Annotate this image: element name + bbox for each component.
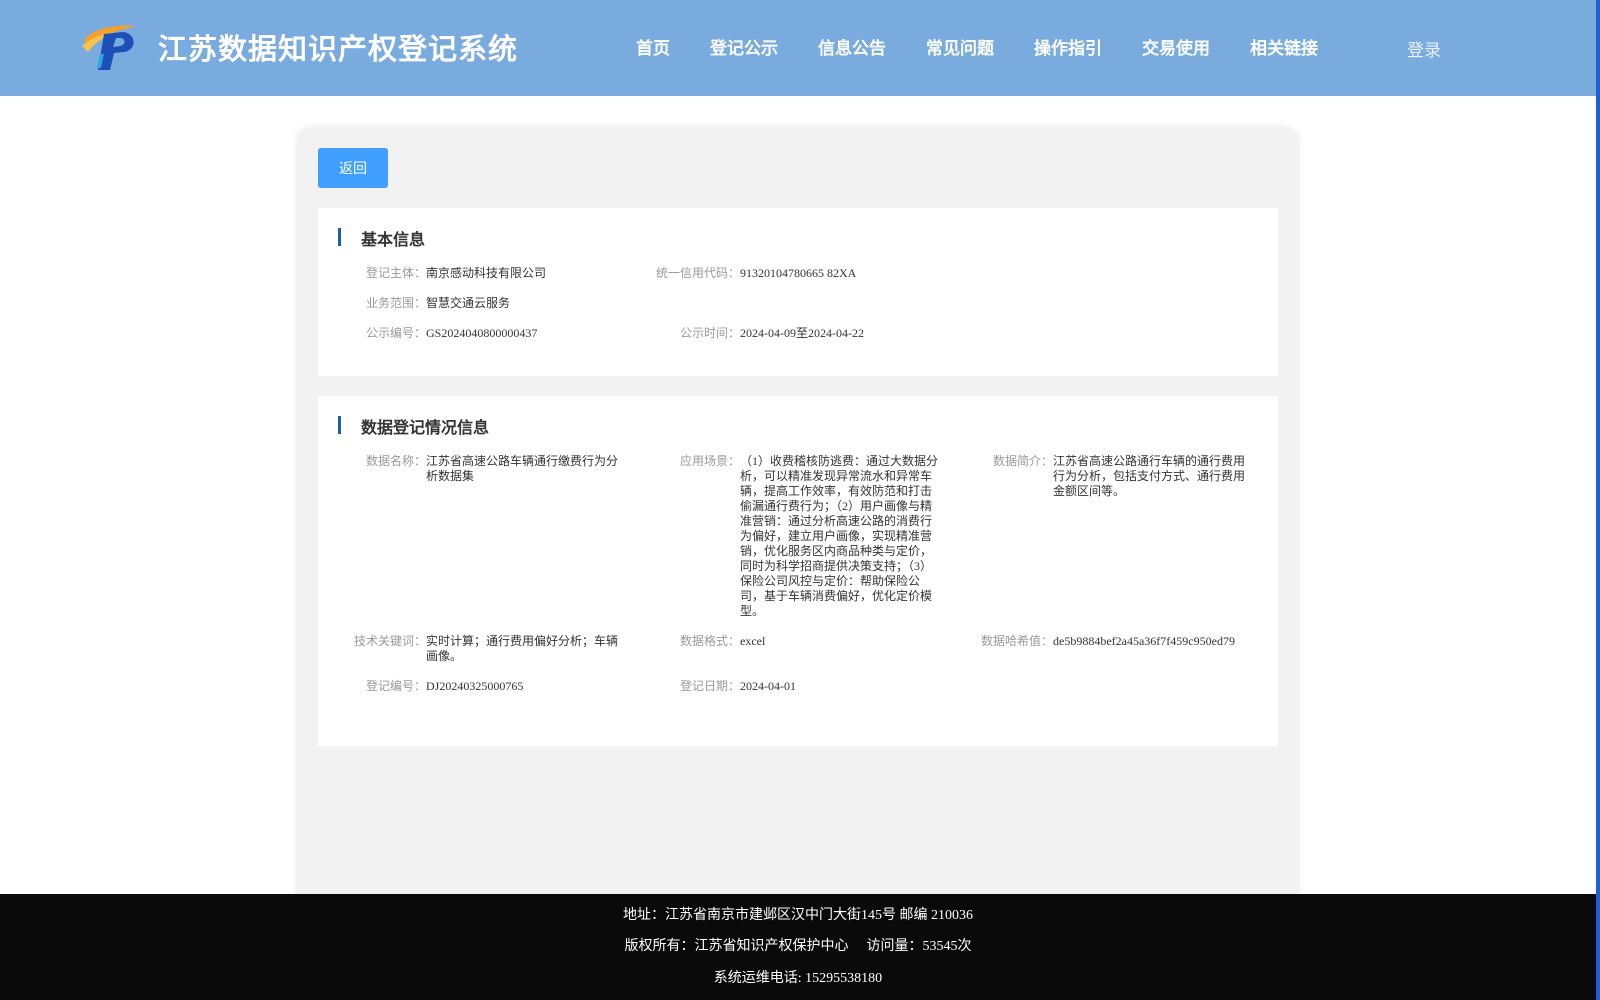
field-value: 江苏省高速公路车辆通行缴费行为分析数据集 [426,454,619,483]
row-subject: 登记主体： 南京感动科技有限公司 统一信用代码： 91320104780665 … [318,266,1278,282]
field-label: 公示编号： [365,326,426,340]
section-accent-bar [338,416,341,434]
field-value: excel [740,634,766,648]
field-value: GS2024040800000437 [426,326,538,340]
field-value: 2024-04-09至2024-04-22 [740,326,864,340]
site-logo-icon[interactable] [80,20,140,72]
row-data-details: 数据名称： 江苏省高速公路车辆通行缴费行为分析数据集 应用场景： （1）收费稽核… [318,454,1278,624]
nav-registration-notice[interactable]: 登记公示 [710,34,778,59]
footer-visits: 访问量：53545次 [866,939,972,954]
row-registration: 登记编号： DJ20240325000765 登记日期： 2024-04-01 [318,679,1278,695]
field-label: 公示时间： [679,326,740,340]
field-value: （1）收费稽核防逃费：通过大数据分析，可以精准发现异常流水和异常车辆，提高工作效… [740,454,939,618]
field-label: 登记日期： [679,679,740,693]
nav-trading[interactable]: 交易使用 [1142,34,1210,59]
detail-card: 返回 基本信息 登记主体： 南京感动科技有限公司 统一信用代码： 9132010… [298,128,1298,1000]
field-value: 南京感动科技有限公司 [426,266,547,280]
field-label: 数据哈希值： [980,634,1053,648]
field-value: 91320104780665 82XA [740,266,857,280]
field-value: 2024-04-01 [740,679,796,693]
field-value: de5b9884bef2a45a36f7f459c950ed79 [1053,634,1235,648]
row-notice: 公示编号： GS2024040800000437 公示时间： 2024-04-0… [318,326,1278,342]
field-label: 数据格式： [679,634,740,648]
top-header: 江苏数据知识产权登记系统 首页 登记公示 信息公告 常见问题 操作指引 交易使用… [0,0,1596,96]
nav-faq[interactable]: 常见问题 [926,34,994,59]
basic-info-section: 基本信息 登记主体： 南京感动科技有限公司 统一信用代码： 9132010478… [318,208,1278,376]
field-value: 智慧交通云服务 [426,296,511,310]
back-button[interactable]: 返回 [318,148,388,188]
login-link[interactable]: 登录 [1407,36,1441,61]
scrollbar[interactable] [1596,0,1600,1000]
field-label: 技术关键词： [353,634,426,648]
page-footer: 地址：江苏省南京市建邺区汉中门大街145号 邮编 210036 版权所有：江苏省… [0,894,1596,1000]
footer-address: 地址：江苏省南京市建邺区汉中门大街145号 邮编 210036 [623,908,973,923]
field-label: 业务范围： [365,296,426,310]
registration-info-section: 数据登记情况信息 数据名称： 江苏省高速公路车辆通行缴费行为分析数据集 应用场景… [318,396,1278,746]
site-title: 江苏数据知识产权登记系统 [158,34,519,66]
section-accent-bar [338,228,341,246]
field-label: 登记编号： [365,679,426,693]
field-label: 登记主体： [365,266,426,280]
field-value: DJ20240325000765 [426,679,524,693]
row-data-format: 技术关键词： 实时计算；通行费用偏好分析；车辆画像。 数据格式： excel 数… [318,634,1278,666]
section-title: 数据登记情况信息 [361,420,490,437]
nav-guide[interactable]: 操作指引 [1034,34,1102,59]
field-value: 江苏省高速公路通行车辆的通行费用行为分析，包括支付方式、通行费用金额区间等。 [1053,454,1246,498]
nav-links[interactable]: 相关链接 [1250,34,1318,59]
nav-home[interactable]: 首页 [636,34,670,59]
field-value: 实时计算；通行费用偏好分析；车辆画像。 [426,634,619,663]
nav-announcements[interactable]: 信息公告 [818,34,886,59]
row-scope: 业务范围： 智慧交通云服务 [318,296,1278,312]
section-title: 基本信息 [361,232,426,249]
field-label: 数据名称： [365,454,426,468]
field-label: 应用场景： [679,454,740,468]
footer-copyright: 版权所有：江苏省知识产权保护中心 [624,939,849,954]
footer-hotline: 系统运维电话: 15295538180 [713,971,883,986]
footer-copyright-line: 版权所有：江苏省知识产权保护中心 访问量：53545次 [0,935,1596,955]
field-label: 数据简介： [992,454,1053,468]
field-label: 统一信用代码： [655,266,740,280]
